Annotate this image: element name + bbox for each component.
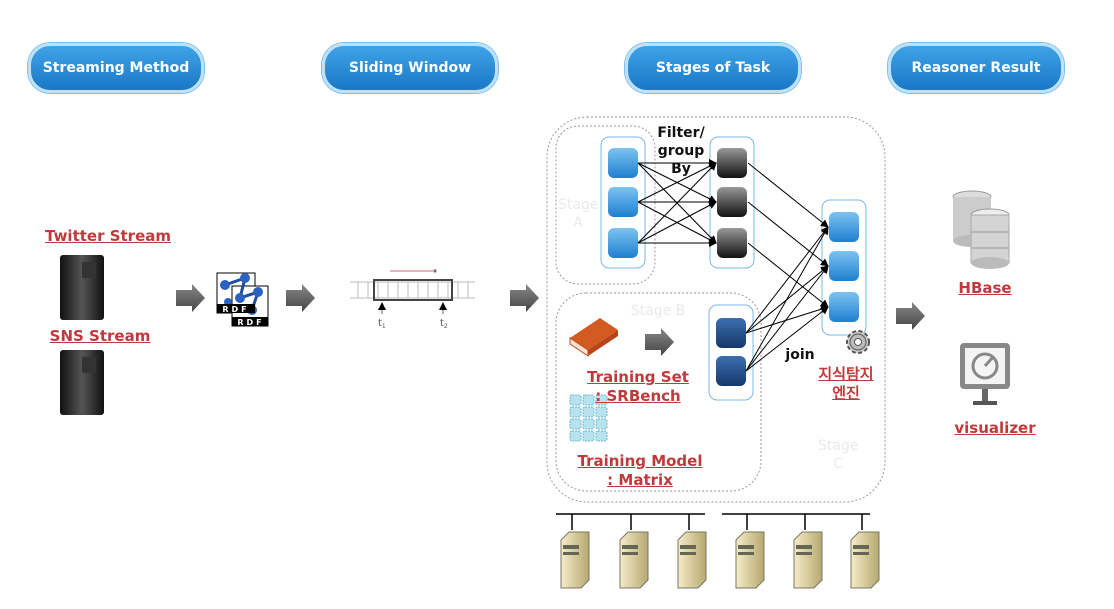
training-model-link[interactable]: Training Model : Matrix: [575, 452, 705, 490]
task-node: [608, 148, 638, 178]
server-drive: [622, 545, 638, 549]
rdf-text: RDF: [237, 318, 264, 327]
server-drive: [738, 545, 754, 549]
server-drive: [680, 552, 696, 555]
flow-arrow-icon: [896, 302, 925, 330]
architecture-diagram: RDF RDF t1 t2 Streaming Method Sliding W…: [0, 0, 1114, 609]
engine-link[interactable]: 지식탐지 엔진: [813, 365, 879, 403]
task-node: [717, 228, 747, 258]
matrix-cell: [595, 406, 608, 418]
header-stages-of-task: Stages of Task: [625, 43, 801, 93]
flow-arrow-icon: [645, 328, 674, 356]
server-body: [677, 531, 707, 589]
server-drive: [738, 552, 754, 555]
join-label: join: [785, 347, 815, 363]
task-node: [716, 318, 746, 348]
stage-b-label: Stage B: [630, 303, 686, 319]
twitter-stream-link[interactable]: Twitter Stream: [45, 227, 171, 246]
matrix-cell: [595, 418, 608, 430]
rdf-icon: RDF RDF: [216, 272, 269, 327]
task-node: [608, 228, 638, 258]
matrix-cell: [569, 406, 582, 418]
sliding-window-icon: [350, 269, 475, 314]
visualizer-monitor-icon: [960, 343, 1010, 405]
server-drive: [853, 552, 869, 555]
server-drive: [622, 552, 638, 555]
t2-label: t2: [440, 318, 448, 330]
t1-label: t1: [378, 318, 386, 330]
server-drive: [796, 545, 812, 549]
server-icon: [735, 531, 765, 589]
server-body: [560, 531, 590, 589]
sns-server-icon: [60, 350, 104, 415]
flow-arrow-icon: [176, 284, 205, 312]
stage-c-label: Stage C: [818, 438, 859, 472]
task-node: [717, 187, 747, 217]
server-icon: [560, 531, 590, 589]
flow-arrow-icon: [510, 284, 539, 312]
task-node: [716, 356, 746, 386]
data-flow-edge: [747, 201, 829, 267]
server-body: [619, 531, 649, 589]
task-node: [829, 292, 859, 322]
server-icon: [793, 531, 823, 589]
header-sliding-window: Sliding Window: [322, 43, 498, 93]
server-drive: [563, 552, 579, 555]
header-reasoner-result: Reasoner Result: [888, 43, 1064, 93]
task-node: [717, 148, 747, 178]
matrix-cell: [569, 430, 582, 442]
training-set-link[interactable]: Training Set : SRBench: [583, 368, 693, 406]
twitter-server-icon: [60, 255, 104, 320]
filter-group-by-label: Filter/ group By: [657, 125, 705, 177]
rdf-text: RDF: [222, 305, 249, 314]
header-streaming-method: Streaming Method: [28, 43, 204, 93]
server-drive: [853, 545, 869, 549]
data-flow-edge: [747, 162, 829, 228]
server-drive: [563, 545, 579, 549]
task-node: [829, 212, 859, 242]
server-drive: [680, 545, 696, 549]
matrix-cell: [569, 394, 582, 406]
server-body: [793, 531, 823, 589]
matrix-cell: [582, 418, 595, 430]
data-flow-edge: [745, 305, 829, 334]
server-icon: [677, 531, 707, 589]
server-body: [850, 531, 880, 589]
stage-a-label: Stage A: [558, 197, 599, 231]
flow-arrow-icon: [286, 284, 315, 312]
hbase-link[interactable]: HBase: [958, 279, 1011, 298]
server-icon: [850, 531, 880, 589]
matrix-cell: [569, 418, 582, 430]
sns-stream-link[interactable]: SNS Stream: [50, 327, 151, 346]
hbase-database-icon: [952, 190, 1010, 269]
matrix-cell: [595, 430, 608, 442]
server-body: [735, 531, 765, 589]
server-drive: [796, 552, 812, 555]
visualizer-link[interactable]: visualizer: [954, 419, 1035, 438]
server-icon: [619, 531, 649, 589]
task-node: [608, 187, 638, 217]
matrix-cell: [582, 430, 595, 442]
gear-icon: [846, 330, 870, 354]
task-node: [829, 251, 859, 281]
matrix-cell: [582, 406, 595, 418]
book-icon: [569, 318, 618, 357]
